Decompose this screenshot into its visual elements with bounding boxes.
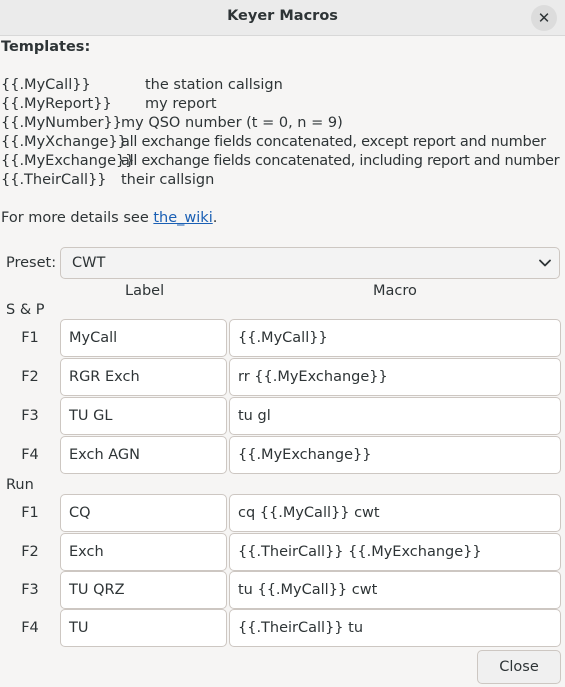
- template-desc-myxchange: all exchange fields concatenated, except…: [121, 134, 546, 150]
- run-f3-label-input[interactable]: TU QRZ: [60, 571, 227, 609]
- preset-dropdown[interactable]: CWT: [60, 247, 560, 279]
- fkey-run-f3: F3: [21, 582, 39, 598]
- close-icon: ✕: [537, 9, 551, 27]
- wiki-link[interactable]: the_wiki: [153, 210, 212, 226]
- template-code-myexchange: {{.MyExchange}}: [1, 153, 135, 169]
- sp-f2-label-input[interactable]: RGR Exch: [60, 358, 227, 396]
- run-f4-label-input[interactable]: TU: [60, 609, 227, 647]
- window-title: Keyer Macros: [227, 8, 338, 24]
- sp-f2-macro-input[interactable]: rr {{.MyExchange}}: [229, 358, 561, 396]
- chevron-down-icon: [539, 259, 551, 267]
- run-f2-macro-input[interactable]: {{.TheirCall}} {{.MyExchange}}: [229, 533, 561, 571]
- section-heading-run: Run: [6, 477, 34, 493]
- fkey-run-f2: F2: [21, 544, 39, 560]
- window-close-button[interactable]: ✕: [531, 5, 557, 31]
- section-heading-sp: S & P: [6, 302, 45, 318]
- template-desc-theircall: their callsign: [121, 172, 215, 188]
- sp-f4-label-input[interactable]: Exch AGN: [60, 436, 227, 474]
- column-header-macro: Macro: [373, 283, 417, 299]
- preset-label: Preset:: [6, 255, 57, 271]
- run-f4-macro-input[interactable]: {{.TheirCall}} tu: [229, 609, 561, 647]
- template-desc-mycall: the station callsign: [145, 77, 283, 93]
- column-header-label: Label: [125, 283, 165, 299]
- details-prefix: For more details see: [1, 210, 154, 226]
- fkey-sp-f1: F1: [21, 330, 39, 346]
- details-text: For more details see the_wiki.: [1, 210, 217, 226]
- templates-heading: Templates:: [1, 39, 91, 55]
- template-code-myxchange: {{.MyXchange}}: [1, 134, 127, 150]
- sp-f3-label-input[interactable]: TU GL: [60, 397, 227, 435]
- template-code-mynumber: {{.MyNumber}}: [1, 115, 122, 131]
- run-f1-label-input[interactable]: CQ: [60, 494, 227, 532]
- title-bar: Keyer Macros ✕: [0, 0, 565, 36]
- preset-value: CWT: [72, 255, 106, 271]
- sp-f1-label-input[interactable]: MyCall: [60, 319, 227, 357]
- details-suffix: .: [212, 210, 218, 226]
- run-f3-macro-input[interactable]: tu {{.MyCall}} cwt: [229, 571, 561, 609]
- sp-f1-macro-input[interactable]: {{.MyCall}}: [229, 319, 561, 357]
- fkey-sp-f2: F2: [21, 369, 39, 385]
- run-f2-label-input[interactable]: Exch: [60, 533, 227, 571]
- fkey-run-f1: F1: [21, 505, 39, 521]
- fkey-sp-f3: F3: [21, 408, 39, 424]
- template-code-mycall: {{.MyCall}}: [1, 77, 91, 93]
- close-button[interactable]: Close: [477, 650, 561, 684]
- template-code-theircall: {{.TheirCall}}: [1, 172, 107, 188]
- template-desc-myreport: my report: [145, 96, 217, 112]
- run-f1-macro-input[interactable]: cq {{.MyCall}} cwt: [229, 494, 561, 532]
- template-desc-mynumber: my QSO number (t = 0, n = 9): [121, 115, 343, 131]
- template-desc-myexchange: all exchange fields concatenated, includ…: [121, 153, 560, 169]
- sp-f3-macro-input[interactable]: tu gl: [229, 397, 561, 435]
- sp-f4-macro-input[interactable]: {{.MyExchange}}: [229, 436, 561, 474]
- template-code-myreport: {{.MyReport}}: [1, 96, 112, 112]
- fkey-run-f4: F4: [21, 620, 39, 636]
- fkey-sp-f4: F4: [21, 447, 39, 463]
